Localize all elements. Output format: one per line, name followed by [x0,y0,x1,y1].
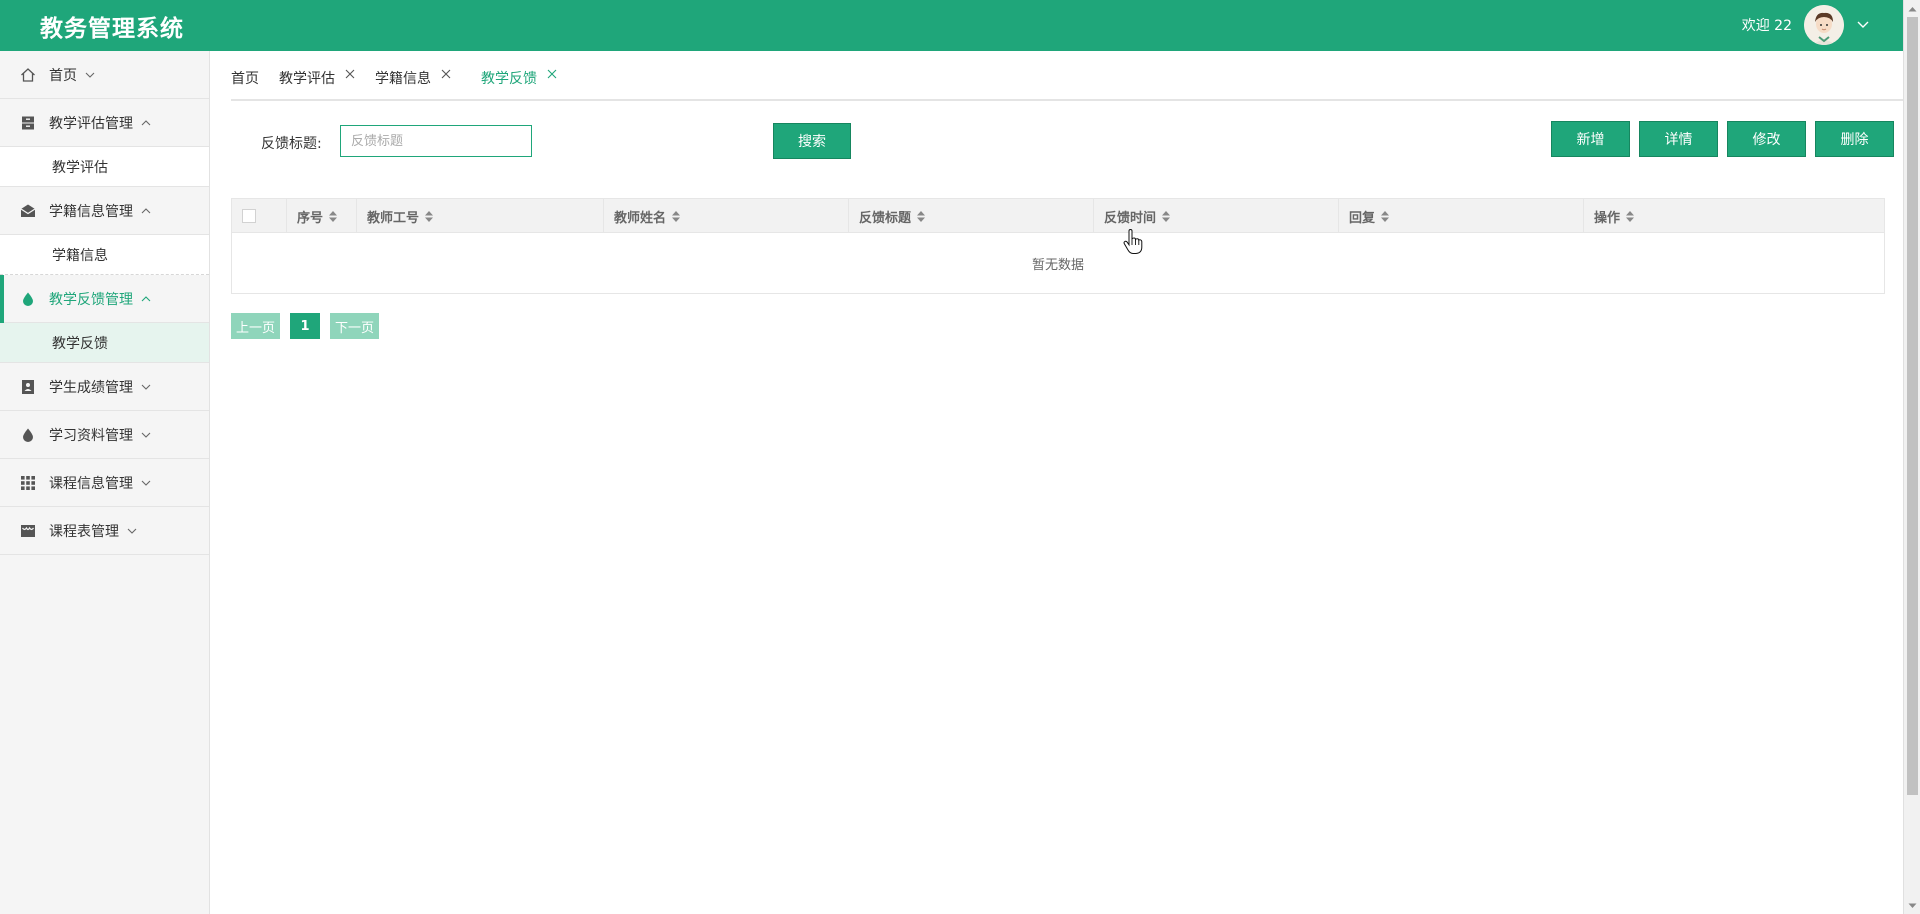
chevron-down-icon [85,70,95,80]
sidebar-subitem-student-status[interactable]: 学籍信息 [0,235,209,275]
grid-icon [20,475,36,491]
sort-icon[interactable] [425,210,434,222]
close-icon[interactable] [344,69,355,80]
vertical-scrollbar[interactable] [1903,0,1920,914]
select-all-checkbox[interactable] [242,209,256,223]
sidebar-item-label: 学籍信息管理 [49,203,133,220]
tab-label: 学籍信息 [375,71,431,87]
sidebar: 首页 教学评估管理 教学评估 学籍信息管理 学籍信息 教学反馈管理 教学反馈 学… [0,51,210,914]
sort-icon[interactable] [917,210,926,222]
sort-icon[interactable] [672,210,681,222]
column-header[interactable]: 反馈标题 [849,199,1094,233]
scroll-down-icon[interactable] [1904,897,1920,914]
empty-state-text: 暂无数据 [1031,257,1084,273]
tab-student-status[interactable]: 学籍信息 [375,50,451,100]
chevron-up-icon [141,118,151,128]
sidebar-subitem-teaching-eval[interactable]: 教学评估 [0,147,209,187]
droplet-icon [20,427,36,443]
chevron-up-icon [141,294,151,304]
tab-teaching-feedback[interactable]: 教学反馈 [481,50,557,100]
search-toolbar: 反馈标题: 搜索 新增 详情 修改 删除 [231,121,1903,161]
droplet-icon [20,291,36,307]
store-icon [20,523,36,539]
empty-state: 暂无数据 [232,233,1884,293]
table-header: 序号 教师工号 教师姓名 反馈标题 反馈时间 回复 操作 [232,199,1884,233]
sidebar-item-label: 教学评估管理 [49,115,133,132]
column-header[interactable]: 回复 [1339,199,1584,233]
tab-label: 教学反馈 [481,71,537,87]
hand-cursor-icon [1123,228,1143,255]
add-button[interactable]: 新增 [1551,121,1630,157]
chevron-down-icon[interactable] [1856,18,1870,32]
page-number[interactable]: 1 [290,313,320,339]
edit-button[interactable]: 修改 [1727,121,1806,157]
detail-button[interactable]: 详情 [1639,121,1718,157]
avatar[interactable] [1804,5,1844,45]
sidebar-item-courses[interactable]: 课程信息管理 [0,459,209,507]
column-header-label: 反馈时间 [1104,210,1157,226]
archive-icon [20,115,36,131]
sidebar-item-grades[interactable]: 学生成绩管理 [0,363,209,411]
sidebar-item-label: 学习资料管理 [49,427,133,444]
tab-teaching-eval[interactable]: 教学评估 [279,50,355,100]
home-icon [20,67,36,83]
app-title: 教务管理系统 [40,16,184,42]
sidebar-item-materials[interactable]: 学习资料管理 [0,411,209,459]
chevron-down-icon [127,526,137,536]
sidebar-item-label: 课程信息管理 [49,475,133,492]
sort-icon[interactable] [1162,210,1171,222]
top-bar: 教务管理系统 欢迎 22 [0,0,1920,51]
tab-bar: 首页 教学评估 学籍信息 教学反馈 [231,51,1903,101]
sidebar-item-teaching-feedback[interactable]: 教学反馈管理 [0,275,209,323]
chevron-down-icon [141,430,151,440]
sidebar-item-label: 学生成绩管理 [49,379,133,396]
next-page-button[interactable]: 下一页 [330,313,379,339]
column-header-label: 教师工号 [367,210,420,226]
user-menu[interactable]: 欢迎 22 [1742,5,1870,45]
sidebar-item-label: 教学反馈管理 [49,291,133,308]
column-header[interactable]: 教师工号 [357,199,604,233]
column-header[interactable]: 反馈时间 [1094,199,1339,233]
delete-button[interactable]: 删除 [1815,121,1894,157]
scroll-up-icon[interactable] [1904,0,1920,17]
sidebar-item-timetable[interactable]: 课程表管理 [0,507,209,555]
chevron-down-icon [141,382,151,392]
select-all-cell [232,199,287,233]
main-content: 首页 教学评估 学籍信息 教学反馈 反馈标题: 搜索 新增 详情 修改 删除 [211,51,1903,914]
tab-label: 首页 [231,71,259,87]
column-header-label: 序号 [297,210,324,226]
sort-icon[interactable] [1381,210,1390,222]
close-icon[interactable] [546,69,557,80]
sidebar-item-student-status[interactable]: 学籍信息管理 [0,187,209,235]
column-header[interactable]: 序号 [287,199,357,233]
search-input[interactable] [340,125,532,157]
welcome-text: 欢迎 22 [1741,18,1792,34]
close-icon[interactable] [440,69,451,80]
column-header-label: 反馈标题 [859,210,912,226]
sidebar-item-home[interactable]: 首页 [0,51,209,99]
sidebar-item-label: 首页 [49,67,77,84]
sidebar-subitem-teaching-feedback[interactable]: 教学反馈 [0,323,209,363]
tab-label: 教学评估 [279,71,335,87]
pagination: 上一页 1 下一页 [231,313,389,339]
prev-page-button[interactable]: 上一页 [231,313,280,339]
chevron-up-icon [141,206,151,216]
column-header[interactable]: 教师姓名 [604,199,849,233]
column-header[interactable]: 操作 [1584,199,1884,233]
sort-icon[interactable] [329,210,338,222]
search-button[interactable]: 搜索 [773,123,851,159]
sort-icon[interactable] [1626,210,1635,222]
column-header-label: 回复 [1349,210,1376,226]
chevron-down-icon [141,478,151,488]
contact-book-icon [20,379,36,395]
tab-home[interactable]: 首页 [231,50,259,100]
sidebar-item-label: 课程表管理 [49,523,119,540]
data-table: 序号 教师工号 教师姓名 反馈标题 反馈时间 回复 操作 暂无数据 [231,198,1885,294]
sidebar-item-teaching-eval[interactable]: 教学评估管理 [0,99,209,147]
search-label: 反馈标题: [261,136,322,152]
envelope-icon [20,203,36,219]
column-header-label: 操作 [1594,210,1621,226]
scrollbar-thumb[interactable] [1907,17,1918,795]
column-header-label: 教师姓名 [614,210,667,226]
